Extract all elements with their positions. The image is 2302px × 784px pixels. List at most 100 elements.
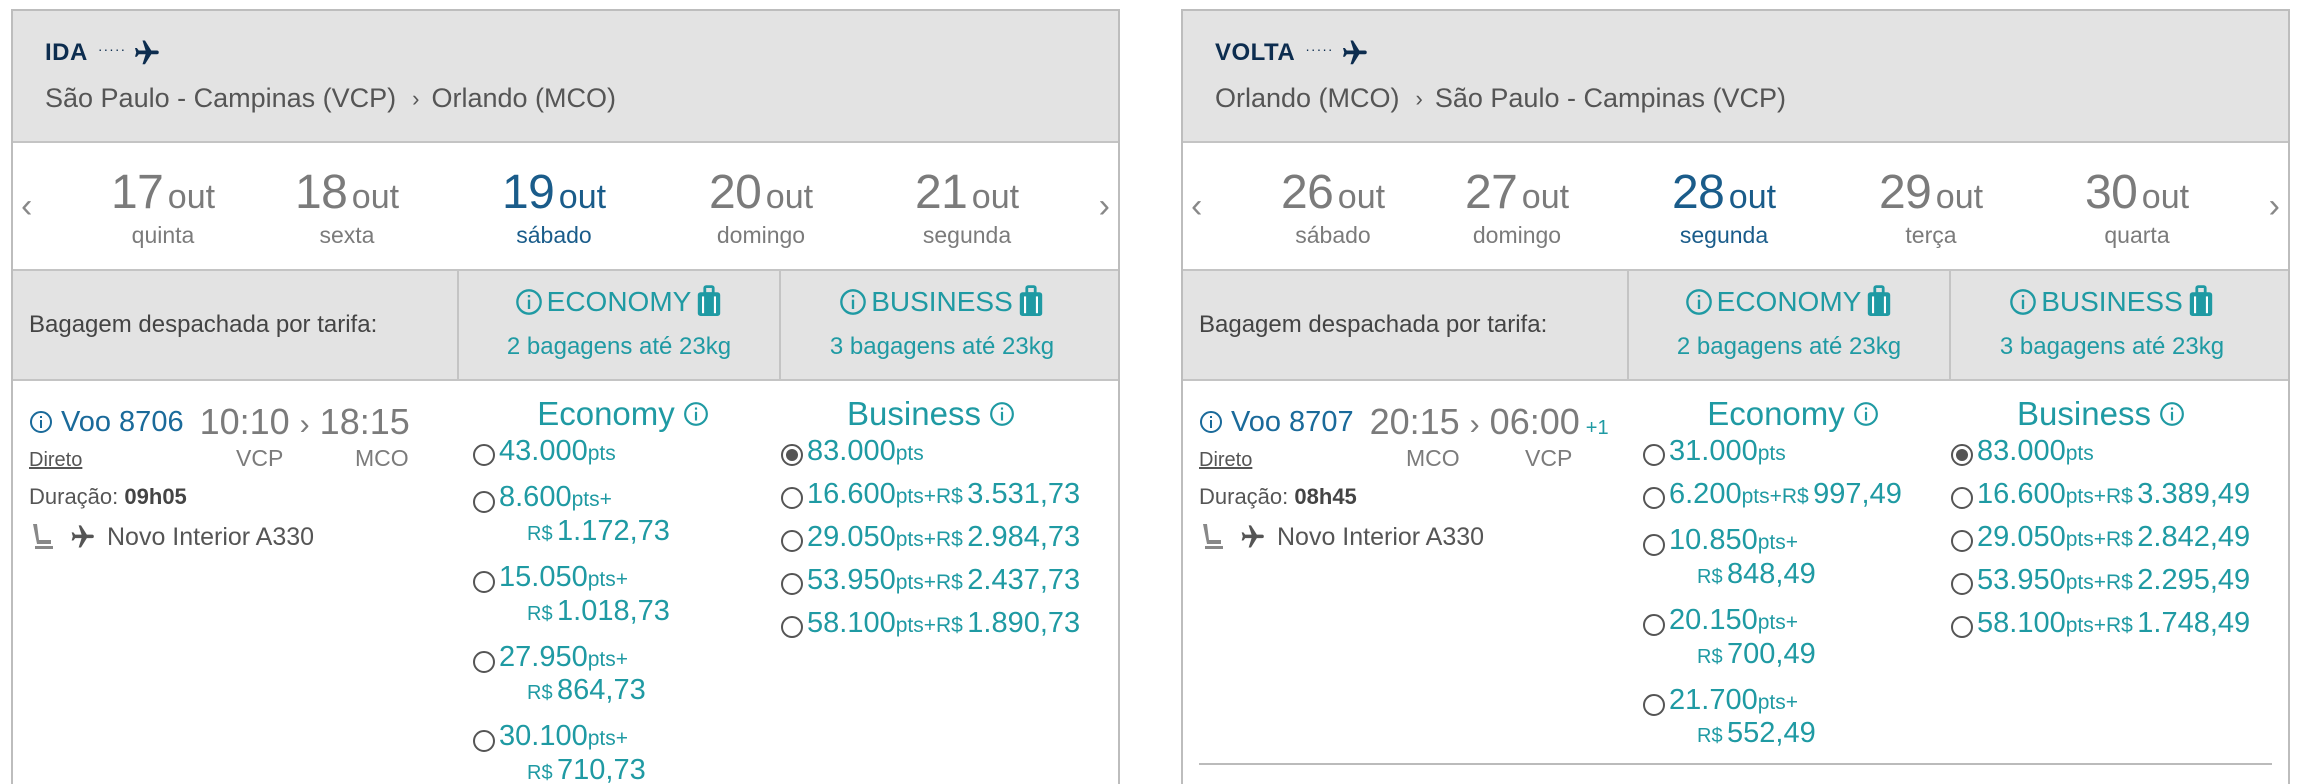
fare-option[interactable]: 21.700pts+ R$ 552,49 xyxy=(1643,684,1943,751)
radio-button[interactable] xyxy=(1643,487,1665,509)
info-icon[interactable] xyxy=(683,401,709,427)
fare-option[interactable]: 27.950pts+ R$ 864,73 xyxy=(473,641,773,708)
date-option[interactable]: 27 out domingo xyxy=(1427,165,1607,249)
business-title: Business xyxy=(781,395,1081,433)
origin-airport: MCO xyxy=(1406,445,1460,471)
date-option[interactable]: 29 out terça xyxy=(1841,165,2021,249)
luggage-icon xyxy=(2189,285,2212,316)
fare-option[interactable]: 31.000pts xyxy=(1643,435,1943,468)
chevron-right-icon[interactable]: › xyxy=(2269,189,2280,223)
radio-button[interactable] xyxy=(1951,530,1973,552)
fare-option[interactable]: 29.050pts+R$ 2.984,73 xyxy=(781,521,1081,554)
fare-option[interactable]: 53.950pts+R$ 2.437,73 xyxy=(781,564,1081,597)
info-icon[interactable] xyxy=(2009,288,2037,316)
date-option[interactable]: 20 out domingo xyxy=(671,165,851,249)
plane-icon xyxy=(135,40,159,65)
info-icon[interactable] xyxy=(2159,401,2185,427)
info-icon[interactable] xyxy=(839,288,867,316)
aircraft: Novo Interior A330 xyxy=(29,522,459,552)
radio-button[interactable] xyxy=(473,444,495,466)
radio-button[interactable] xyxy=(1643,444,1665,466)
route: São Paulo - Campinas (VCP) › Orlando (MC… xyxy=(45,83,1086,114)
radio-button[interactable] xyxy=(781,573,803,595)
date-selector: ‹ 26 out sábado 27 out domingo 28 out segun… xyxy=(1183,143,2288,271)
economy-title: Economy xyxy=(473,395,773,433)
info-icon[interactable] xyxy=(515,288,543,316)
origin-airport: VCP xyxy=(236,445,284,471)
business-baggage: BUSINESS 3 bagagens até 23kg xyxy=(1999,285,2225,360)
date-option[interactable]: 21 out segunda xyxy=(877,165,1057,249)
radio-button-selected[interactable] xyxy=(1951,444,1973,466)
fare-option[interactable]: 58.100pts+R$ 1.890,73 xyxy=(781,607,1081,640)
fare-option[interactable]: 16.600pts+R$ 3.531,73 xyxy=(781,478,1081,511)
outbound-panel: IDA ····· São Paulo - Campinas (VCP) › O… xyxy=(11,9,1120,784)
fare-option-selected[interactable]: 83.000pts xyxy=(1951,435,2251,468)
fare-option[interactable]: 6.200pts+R$ 997,49 xyxy=(1643,478,1943,511)
fare-option[interactable]: 30.100pts+ R$ 710,73 xyxy=(473,720,773,784)
radio-button[interactable] xyxy=(781,530,803,552)
fare-option[interactable]: 20.150pts+ R$ 700,49 xyxy=(1643,604,1943,671)
radio-button[interactable] xyxy=(473,650,495,673)
route-origin: Orlando (MCO) xyxy=(1215,83,1400,113)
economy-title: Economy xyxy=(1643,395,1943,433)
economy-baggage: ECONOMY 2 bagagens até 23kg xyxy=(459,271,781,379)
route-origin: São Paulo - Campinas (VCP) xyxy=(45,83,397,113)
flight-times: 10:10 › 18:15 xyxy=(199,401,410,442)
destination-airport: MCO xyxy=(355,445,409,471)
radio-button[interactable] xyxy=(1951,487,1973,509)
date-selector: ‹ 17 out quinta 18 out sexta 19 out sábado … xyxy=(13,143,1118,271)
radio-button[interactable] xyxy=(473,730,495,753)
fare-option[interactable]: 10.850pts+ R$ 848,49 xyxy=(1643,524,1943,591)
date-option[interactable]: 18 out sexta xyxy=(257,165,437,249)
chevron-left-icon[interactable]: ‹ xyxy=(21,189,32,223)
baggage-row: Bagagem despachada por tarifa: ECONOMY 2… xyxy=(13,271,1118,381)
economy-baggage: ECONOMY 2 bagagens até 23kg xyxy=(1629,271,1951,379)
radio-button[interactable] xyxy=(781,487,803,509)
fare-option[interactable]: 15.050pts+ R$ 1.018,73 xyxy=(473,561,773,628)
fare-option[interactable]: 16.600pts+R$ 3.389,49 xyxy=(1951,478,2251,511)
flight-row: Voo 8706 10:10 › 18:15 VCP MCO Direto Dura… xyxy=(13,381,1118,784)
fare-option[interactable]: 8.600pts+ R$ 1.172,73 xyxy=(473,481,773,548)
duration: Duração: 09h05 xyxy=(29,484,187,509)
info-icon[interactable] xyxy=(1853,401,1879,427)
flight-number-link[interactable]: Voo 8707 xyxy=(1199,406,1354,439)
luggage-icon xyxy=(1019,285,1042,316)
return-header: VOLTA ····· Orlando (MCO) › São Paulo - … xyxy=(1183,11,2288,143)
direction-label: VOLTA xyxy=(1215,39,1296,66)
info-icon[interactable] xyxy=(1685,288,1713,316)
radio-button[interactable] xyxy=(473,491,495,513)
fare-option[interactable]: 29.050pts+R$ 2.842,49 xyxy=(1951,521,2251,554)
date-option[interactable]: 30 out quarta xyxy=(2047,165,2227,249)
date-option-selected[interactable]: 19 out sábado xyxy=(464,165,644,249)
baggage-row: Bagagem despachada por tarifa: ECONOMY 2… xyxy=(1183,271,2288,381)
date-option[interactable]: 26 out sábado xyxy=(1243,165,1423,249)
fare-option[interactable]: 58.100pts+R$ 1.748,49 xyxy=(1951,607,2251,640)
route: Orlando (MCO) › São Paulo - Campinas (VC… xyxy=(1215,83,2256,114)
chevron-right-icon[interactable]: › xyxy=(1099,189,1110,223)
plane-icon xyxy=(1342,40,1367,65)
fare-option[interactable]: 53.950pts+R$ 2.295,49 xyxy=(1951,564,2251,597)
route-destination: Orlando (MCO) xyxy=(431,83,617,113)
fare-option-selected[interactable]: 83.000pts xyxy=(781,435,1081,468)
divider xyxy=(1199,763,2272,765)
radio-button[interactable] xyxy=(1643,534,1665,556)
radio-button-selected[interactable] xyxy=(781,444,803,466)
date-option[interactable]: 17 out quinta xyxy=(73,165,253,249)
radio-button[interactable] xyxy=(1643,613,1665,636)
business-title: Business xyxy=(1951,395,2251,433)
info-icon xyxy=(30,411,52,433)
info-icon[interactable] xyxy=(989,401,1015,427)
plane-icon xyxy=(1241,525,1264,548)
radio-button[interactable] xyxy=(1643,693,1665,716)
radio-button[interactable] xyxy=(781,616,803,638)
fare-option[interactable]: 43.000pts xyxy=(473,435,773,468)
radio-button[interactable] xyxy=(1951,573,1973,595)
chevron-left-icon[interactable]: ‹ xyxy=(1191,189,1202,223)
radio-button[interactable] xyxy=(1951,616,1973,638)
flight-times: 20:15 › 06:00 xyxy=(1369,401,1580,442)
luggage-icon xyxy=(698,285,721,316)
radio-button[interactable] xyxy=(473,570,495,593)
luggage-icon xyxy=(1868,285,1891,316)
flight-number-link[interactable]: Voo 8706 xyxy=(29,406,184,439)
date-option-selected[interactable]: 28 out segunda xyxy=(1634,165,1814,249)
